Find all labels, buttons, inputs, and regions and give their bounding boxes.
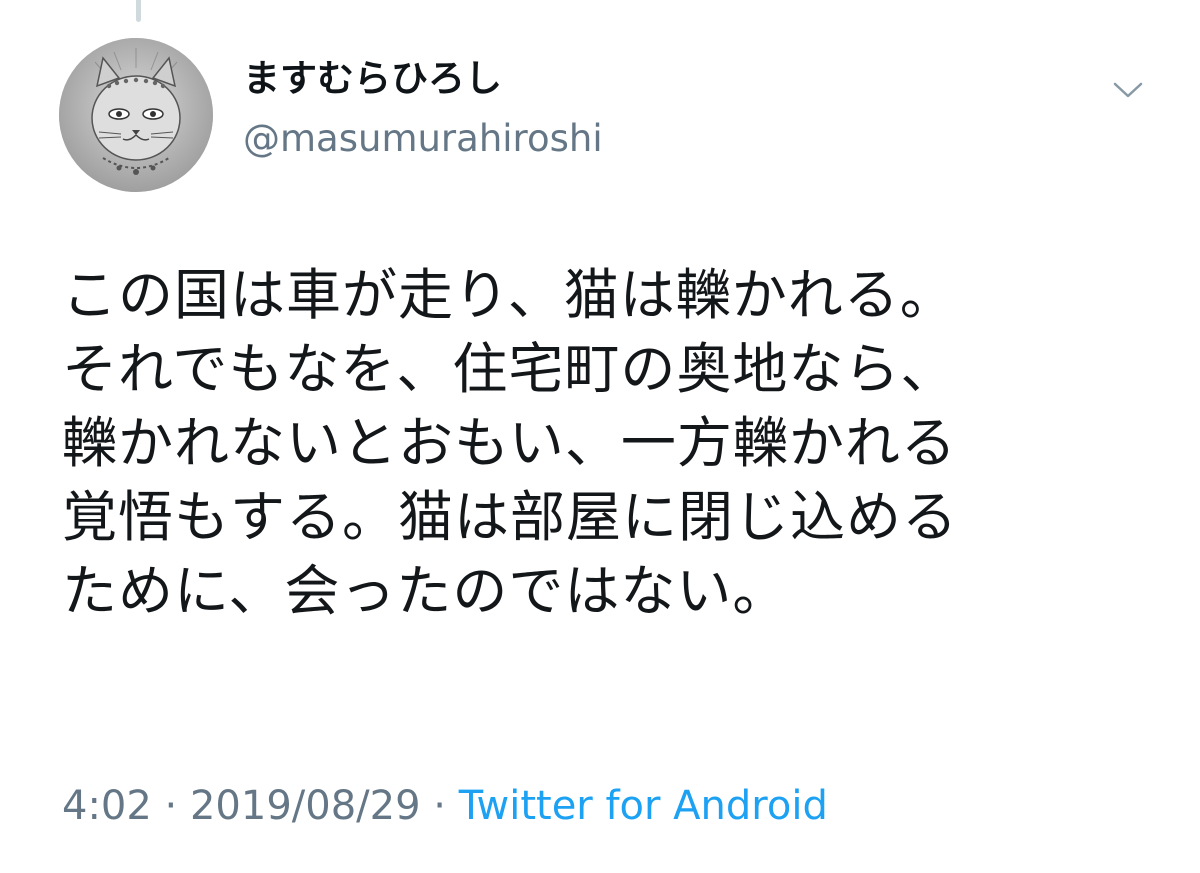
tweet-body-text: この国は車が走り、猫は轢かれる。 それでもなを、住宅町の奥地なら、 轢かれないと… [62, 258, 1172, 628]
tweet-date[interactable]: 2019/08/29 [190, 783, 421, 829]
tweet-text-line: ために、会ったのではない。 [62, 559, 789, 623]
tweet-text-line: この国は車が走り、猫は轢かれる。 [62, 263, 956, 327]
tweet-metadata: 4:02 · 2019/08/29 · Twitter for Android [62, 786, 828, 826]
tweet-time[interactable]: 4:02 [62, 783, 152, 829]
cat-avatar-icon[interactable] [59, 38, 213, 192]
tweet-text-line: 轢かれないとおもい、一方轢かれる [62, 411, 957, 475]
tweet-text-line: それでもなを、住宅町の奥地なら、 [62, 337, 957, 401]
meta-separator: · [433, 783, 446, 829]
thread-connector-line [136, 0, 141, 22]
chevron-down-icon [1113, 82, 1143, 98]
author-handle[interactable]: @masumurahiroshi [243, 120, 603, 157]
meta-separator: · [164, 783, 178, 829]
tweet-source-link[interactable]: Twitter for Android [459, 783, 828, 829]
tweet-menu-button[interactable] [1108, 72, 1148, 108]
tweet-text-line: 覚悟もする。猫は部屋に閉じ込める [62, 485, 959, 549]
author-display-name[interactable]: ますむらひろし [243, 60, 502, 97]
tweet-card: ますむらひろし @masumurahiroshi この国は車が走り、猫は轢かれる… [0, 0, 1200, 873]
